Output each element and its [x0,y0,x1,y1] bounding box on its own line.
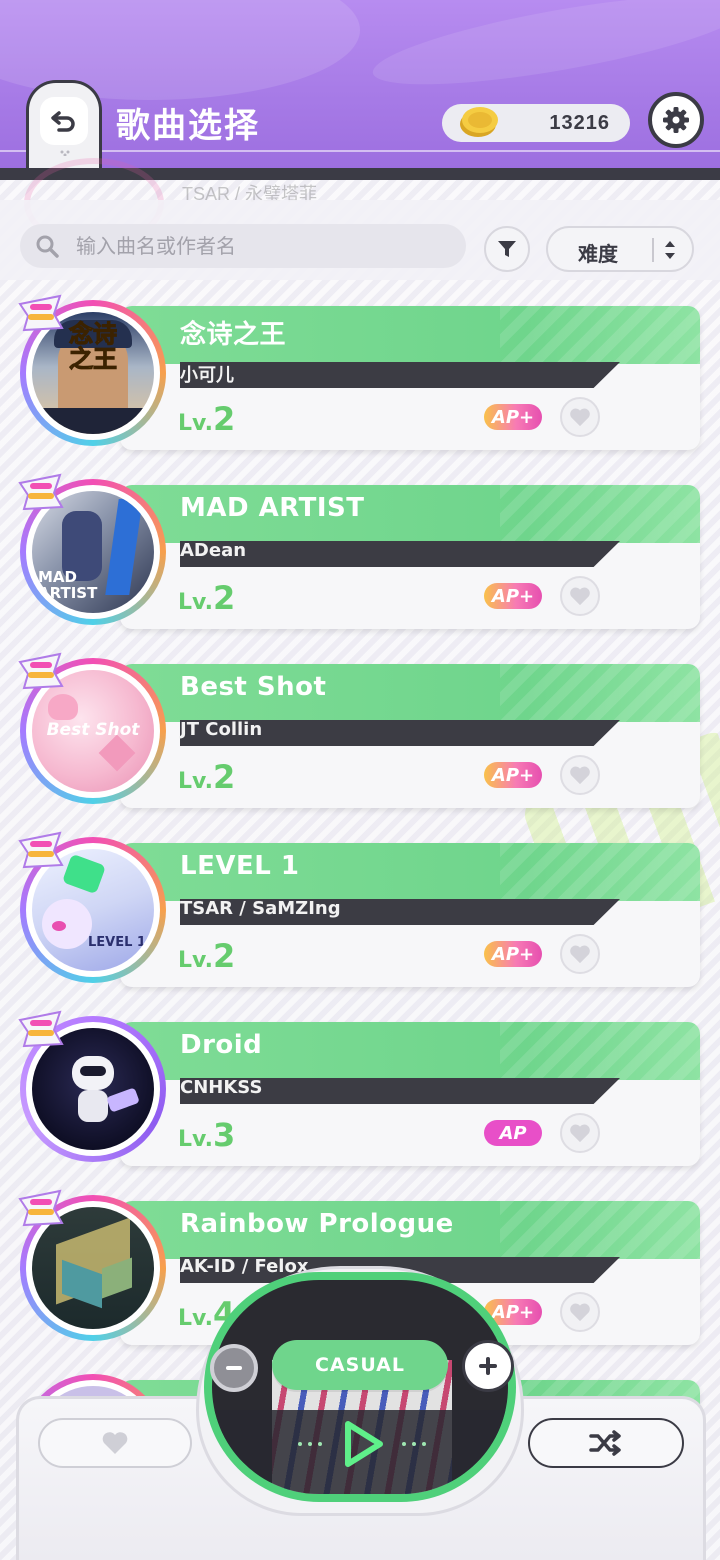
jacket-art-text: 念诗之王 [69,320,118,373]
filter-icon [498,241,516,257]
song-level: Lv.2 [178,937,235,975]
song-artist: JT Collin [180,719,263,740]
song-title: Best Shot [180,672,327,702]
new-badge-icon [18,294,64,332]
difficulty-label: CASUAL [272,1340,448,1390]
song-artist: 小可儿 [180,365,234,386]
song-artist: AK-ID / Felox [180,1256,309,1277]
jacket-art-text: MAD ARTIST [38,568,98,602]
dots-icon [60,150,70,156]
search-input[interactable] [76,224,456,268]
song-title: MAD ARTIST [180,493,365,523]
page-title: 歌曲选择 [116,106,260,146]
filter-button[interactable] [484,226,530,272]
level-prefix: Lv. [178,948,213,973]
song-card[interactable]: Best Shot JT Collin Lv.2 AP+ Best Shot [18,652,702,808]
header-divider [0,150,720,152]
level-number: 3 [212,1116,236,1154]
ap-badge: AP [484,1120,542,1146]
favorites-filter-button[interactable] [38,1418,192,1468]
new-badge-icon [18,473,64,511]
song-title: Rainbow Prologue [180,1209,454,1239]
level-prefix: Lv. [178,1127,213,1152]
level-number: 2 [212,579,236,617]
new-badge-icon [18,1189,64,1227]
song-title: 念诗之王 [180,320,287,350]
new-badge-icon [18,1010,64,1048]
coin-value: 13216 [549,111,610,134]
shuffle-icon [589,1430,621,1456]
song-artist: ADean [180,540,247,561]
song-card[interactable]: Droid CNHKSS Lv.3 AP [18,1010,702,1166]
coin-counter: 13216 [442,104,630,142]
ap-badge: AP+ [484,941,542,967]
sort-divider [652,238,654,262]
level-prefix: Lv. [178,590,213,615]
song-card[interactable]: LEVEL 1 TSAR / SaMZIng Lv.2 AP+ LEVEL 1 [18,831,702,987]
settings-button[interactable] [648,92,704,148]
song-artist: TSAR / SaMZIng [180,898,341,919]
favorite-button[interactable] [560,755,600,795]
level-number: 2 [212,758,236,796]
difficulty-decrease-button[interactable] [210,1344,258,1392]
ap-badge: AP+ [484,583,542,609]
coin-icon [460,107,498,137]
search-icon [36,235,59,258]
dots-icon [298,1442,322,1446]
song-card[interactable]: MAD ARTIST ADean Lv.2 AP+ MAD ARTIST [18,473,702,629]
ap-badge: AP+ [484,762,542,788]
dots-icon [402,1442,426,1446]
heart-icon [102,1432,128,1454]
song-level: Lv.3 [178,1116,235,1154]
top-bar [0,0,720,168]
favorite-button[interactable] [560,576,600,616]
heart-icon [570,587,590,606]
back-button-face[interactable] [40,97,88,145]
favorite-button[interactable] [560,397,600,437]
level-prefix: Lv. [178,1306,213,1331]
song-card[interactable]: 念诗之王 小可儿 Lv.2 AP+ 念诗之王 [18,294,702,450]
heart-icon [570,1124,590,1143]
new-badge-icon [18,831,64,869]
song-level: Lv.2 [178,579,235,617]
level-number: 2 [212,937,236,975]
song-title: Droid [180,1030,263,1060]
jacket-art-text: Best Shot [46,720,140,740]
sort-arrows-icon [665,241,675,259]
heart-icon [570,1303,590,1322]
ap-badge: AP+ [484,404,542,430]
play-icon[interactable] [338,1418,386,1470]
difficulty-increase-button[interactable] [462,1340,514,1392]
level-prefix: Lv. [178,769,213,794]
heart-icon [570,408,590,427]
song-artist: CNHKSS [180,1077,263,1098]
level-prefix: Lv. [178,411,213,436]
favorite-button[interactable] [560,1113,600,1153]
search-field[interactable] [20,224,466,268]
minus-icon [226,1366,242,1370]
level-number: 2 [212,400,236,438]
song-level: Lv.2 [178,758,235,796]
sort-select[interactable]: 难度 [546,226,694,272]
favorite-button[interactable] [560,1292,600,1332]
card-artist-band [180,362,620,388]
favorite-button[interactable] [560,934,600,974]
back-arrow-icon [51,111,75,132]
new-badge-icon [18,652,64,690]
gear-icon [663,107,689,133]
heart-icon [570,766,590,785]
plus-icon [479,1357,497,1375]
song-title: LEVEL 1 [180,851,300,881]
heart-icon [570,945,590,964]
jacket-art-text: LEVEL 1 [88,935,146,950]
sort-selected-value: 难度 [578,242,618,266]
song-level: Lv.2 [178,400,235,438]
back-button[interactable] [26,80,102,168]
shuffle-button[interactable] [528,1418,684,1468]
